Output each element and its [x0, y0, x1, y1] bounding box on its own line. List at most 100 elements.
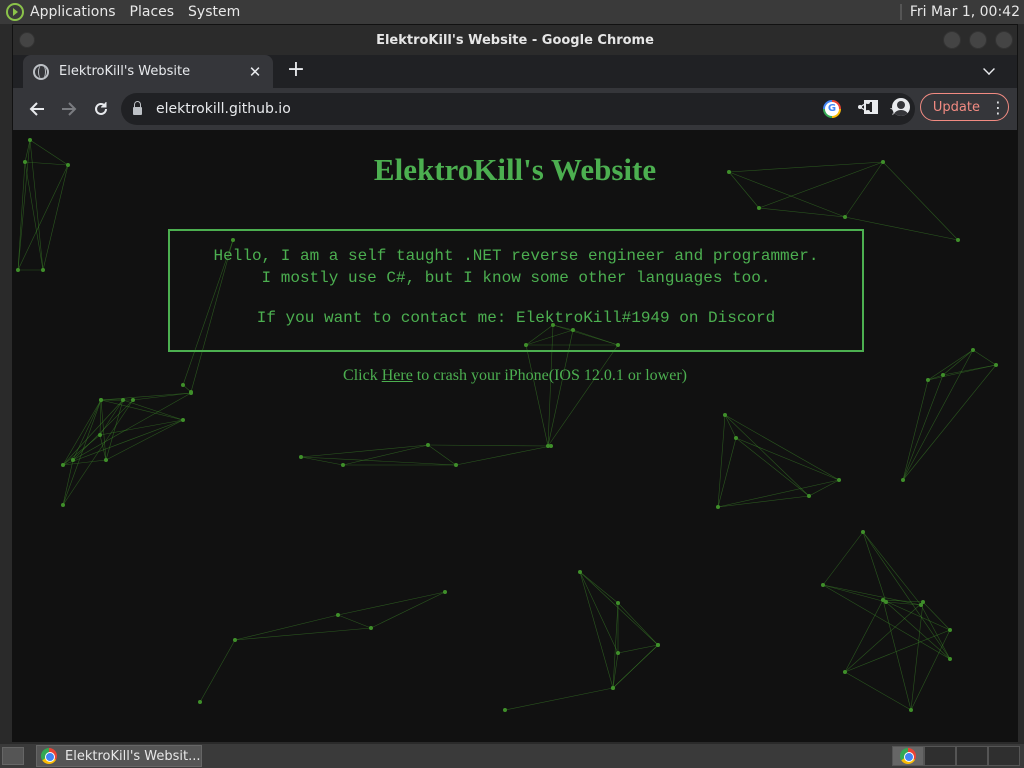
profile-icon — [891, 98, 910, 116]
toolbar-right: Update ⋮ — [860, 93, 1009, 121]
page-title: ElektroKill's Website — [373, 152, 657, 187]
close-window-button[interactable] — [995, 31, 1013, 49]
particle-dot — [189, 390, 193, 394]
google-lens-icon[interactable] — [823, 100, 841, 118]
taskbar-task-chrome[interactable]: ElektroKill's Websit... — [36, 745, 202, 767]
chrome-icon — [41, 748, 57, 764]
particle-link — [234, 627, 372, 641]
menu-places[interactable]: Places — [130, 4, 175, 20]
particle-link — [902, 374, 944, 481]
particle-link — [844, 671, 912, 711]
particle-link — [822, 584, 951, 660]
back-button[interactable] — [21, 93, 53, 125]
particle-link — [822, 531, 864, 586]
workspace-3[interactable] — [956, 746, 988, 766]
url-text[interactable]: elektrokill.github.io — [156, 101, 291, 117]
window-titlebar[interactable]: ElektroKill's Website - Google Chrome — [13, 25, 1017, 55]
particle-link — [234, 614, 339, 641]
side-panel-button[interactable] — [860, 96, 882, 118]
particle-dot — [757, 206, 761, 210]
forward-button[interactable] — [53, 93, 85, 125]
panel-separator — [899, 4, 902, 20]
browser-toolbar: elektrokill.github.io ☆ Update ⋮ — [13, 88, 1017, 130]
tab-search-chevron-icon[interactable] — [983, 63, 995, 75]
particle-link — [99, 399, 102, 436]
particle-dot — [881, 598, 885, 602]
intro-line-1: Hello, I am a self taught .NET reverse e… — [213, 247, 819, 265]
particle-link — [822, 584, 887, 603]
particle-dot — [28, 138, 32, 142]
tab-elektrokill[interactable]: ElektroKill's Website ✕ — [23, 55, 273, 88]
particle-link — [717, 479, 840, 508]
particle-dot — [41, 268, 45, 272]
particle-dot — [233, 638, 237, 642]
crash-link[interactable]: Here — [382, 367, 413, 384]
distro-logo-icon[interactable] — [6, 3, 24, 21]
particle-dot — [181, 418, 185, 422]
particle-link — [525, 344, 549, 447]
particle-link — [199, 639, 236, 703]
show-desktop-button[interactable] — [2, 747, 24, 765]
particle-link — [72, 399, 102, 461]
particle-link — [972, 349, 997, 366]
particle-link — [455, 445, 552, 466]
reload-icon — [95, 102, 107, 115]
particle-link — [717, 495, 810, 508]
minimize-button[interactable] — [943, 31, 961, 49]
menu-applications[interactable]: Applications — [30, 4, 116, 20]
particle-link — [105, 419, 184, 461]
address-bar[interactable]: elektrokill.github.io ☆ — [121, 93, 915, 125]
reload-button[interactable] — [85, 93, 117, 125]
particle-network-background — [16, 138, 998, 712]
particle-link — [337, 591, 446, 616]
window-title: ElektroKill's Website - Google Chrome — [376, 32, 654, 48]
workspace-2[interactable] — [924, 746, 956, 766]
particle-dot — [71, 458, 75, 462]
profile-button[interactable] — [890, 96, 912, 118]
particle-link — [62, 399, 134, 506]
particle-link — [910, 601, 924, 711]
window-menu-icon[interactable] — [19, 32, 35, 48]
particle-link — [72, 399, 134, 461]
particle-link — [62, 399, 102, 506]
particle-dot — [734, 436, 738, 440]
particle-link — [808, 479, 840, 497]
particle-dot — [426, 443, 430, 447]
close-tab-icon[interactable]: ✕ — [247, 64, 263, 80]
clock[interactable]: Fri Mar 1, 00:42 — [910, 4, 1020, 20]
particle-link — [122, 399, 184, 421]
particle-dot — [299, 455, 303, 459]
workspace-1[interactable] — [892, 746, 924, 766]
more-menu-icon[interactable]: ⋮ — [990, 98, 1006, 117]
particle-link — [100, 399, 184, 421]
tab-strip: ElektroKill's Website ✕ + — [13, 55, 1017, 88]
crash-prefix: Click — [343, 367, 382, 384]
chrome-icon — [900, 748, 916, 764]
crash-suffix: to crash your iPhone(IOS 12.0.1 or lower… — [412, 367, 687, 384]
particle-dot — [616, 651, 620, 655]
crash-line: Click Here to crash your iPhone(IOS 12.0… — [13, 367, 1017, 385]
particle-dot — [948, 657, 952, 661]
particle-dot — [909, 708, 913, 712]
particle-dot — [104, 458, 108, 462]
particle-link — [100, 392, 192, 401]
workspace-4[interactable] — [988, 746, 1020, 766]
lock-icon[interactable] — [133, 101, 142, 115]
particle-link — [427, 444, 552, 447]
particle-dot — [901, 478, 905, 482]
intro-box: Hello, I am a self taught .NET reverse e… — [168, 229, 864, 352]
new-tab-button[interactable]: + — [283, 58, 309, 84]
update-button[interactable]: Update ⋮ — [919, 93, 1009, 121]
maximize-button[interactable] — [969, 31, 987, 49]
particle-dot — [716, 505, 720, 509]
particle-dot — [971, 348, 975, 352]
particle-link — [612, 644, 659, 689]
browser-window: ElektroKill's Website - Google Chrome El… — [12, 24, 1018, 742]
particle-link — [427, 444, 457, 466]
menu-system[interactable]: System — [188, 4, 240, 20]
particle-dot — [843, 670, 847, 674]
particle-dot — [99, 398, 103, 402]
particle-link — [579, 571, 619, 654]
particle-link — [617, 644, 659, 654]
particle-link — [99, 419, 184, 436]
